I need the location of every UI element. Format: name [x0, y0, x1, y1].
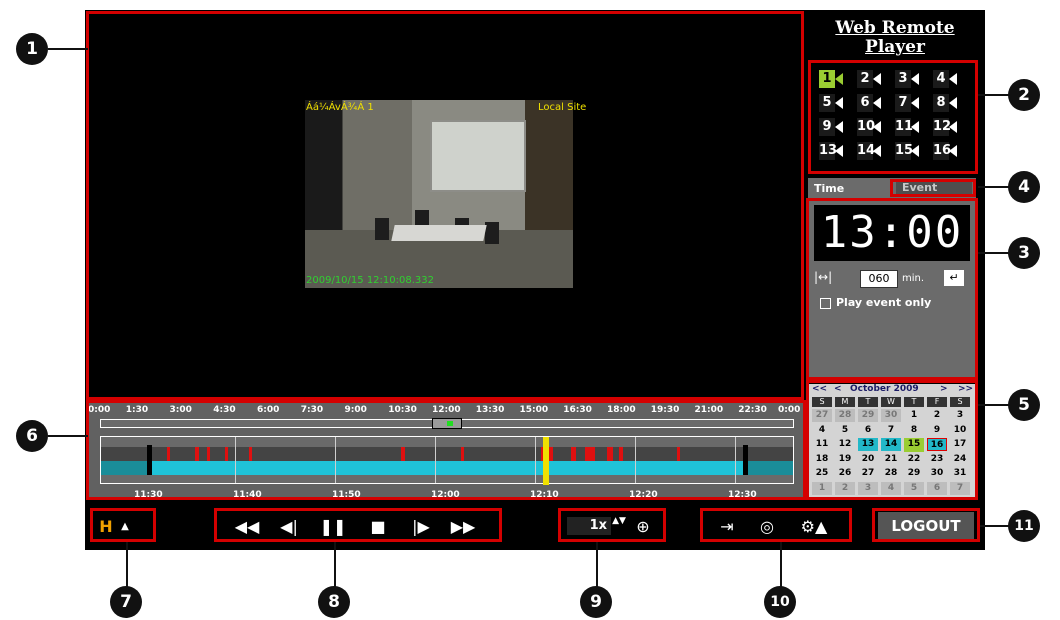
callout-box-time [806, 198, 978, 380]
logo-line1: Web Remote [835, 18, 955, 38]
callout-box-playback [214, 508, 502, 542]
leader-line [978, 404, 1010, 406]
callout-8: 8 [318, 586, 350, 618]
leader-line [596, 542, 598, 592]
callout-1: 1 [16, 33, 48, 65]
callout-3: 3 [1008, 237, 1040, 269]
callout-box-quality [90, 508, 156, 542]
leader-line [978, 94, 1010, 96]
logo-line2: Player [865, 37, 925, 57]
callout-5: 5 [1008, 389, 1040, 421]
callout-4: 4 [1008, 171, 1040, 203]
callout-box-calendar [806, 380, 978, 500]
callout-box-speed [558, 508, 666, 542]
callout-7: 7 [110, 586, 142, 618]
callout-11: 11 [1008, 510, 1040, 542]
callout-box-cameras [808, 60, 978, 174]
callout-box-tools [700, 508, 852, 542]
leader-line [48, 435, 88, 437]
callout-2: 2 [1008, 79, 1040, 111]
leader-line [980, 525, 1010, 527]
callout-10: 10 [764, 586, 796, 618]
callout-box-event [890, 179, 976, 197]
leader-line [334, 542, 336, 592]
leader-line [48, 48, 88, 50]
leader-line [780, 542, 782, 592]
callout-box-logout [872, 508, 980, 542]
leader-line [978, 186, 1010, 188]
callout-9: 9 [580, 586, 612, 618]
callout-box-timeline [86, 400, 806, 500]
callout-6: 6 [16, 420, 48, 452]
tab-time[interactable]: Time [814, 182, 844, 195]
leader-line [978, 252, 1010, 254]
callout-box-video [86, 11, 804, 400]
leader-line [126, 542, 128, 592]
